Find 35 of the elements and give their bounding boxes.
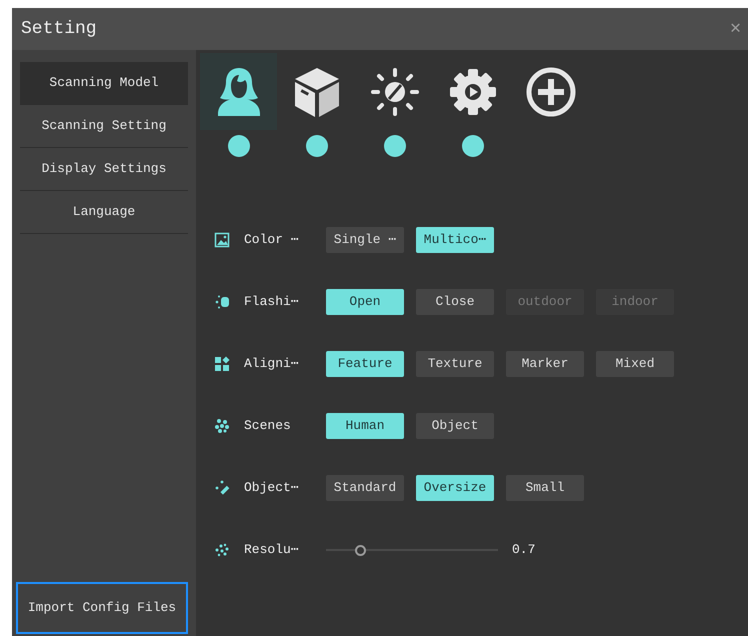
option-button[interactable]: Open: [326, 289, 404, 315]
setting-label: Flashi⋯: [243, 293, 300, 312]
import-config-button[interactable]: Import Config Files: [16, 582, 188, 634]
setting-label: Aligni⋯: [243, 355, 300, 374]
window-title: Setting: [21, 18, 97, 40]
option-button[interactable]: Multico⋯: [416, 227, 494, 253]
option-button[interactable]: Standard: [326, 475, 404, 501]
cluster-icon: [214, 418, 230, 434]
sun-icon: [368, 66, 420, 118]
add-icon: [524, 66, 576, 118]
image-icon: [214, 232, 230, 248]
option-button[interactable]: Feature: [326, 351, 404, 377]
sidebar-item[interactable]: Scanning Model: [20, 62, 188, 105]
option-button[interactable]: Mixed: [596, 351, 674, 377]
option-button[interactable]: Single ⋯: [326, 227, 404, 253]
flash-icon: [214, 294, 230, 310]
resolution-slider[interactable]: [326, 544, 498, 556]
option-button[interactable]: Close: [416, 289, 494, 315]
setting-label: Object⋯: [243, 479, 300, 498]
mode-button[interactable]: [200, 53, 277, 130]
dots-icon: [214, 542, 230, 558]
slider-thumb[interactable]: [355, 544, 366, 556]
option-button[interactable]: Object: [416, 413, 494, 439]
setting-label: Resolu⋯: [243, 541, 300, 560]
setting-label: Color ⋯: [243, 231, 300, 250]
box-icon: [292, 66, 340, 118]
tiles-icon: [214, 356, 230, 372]
option-button[interactable]: Texture: [416, 351, 494, 377]
ruler-icon: [214, 480, 230, 496]
slider-value: 0.7: [512, 541, 536, 560]
option-button[interactable]: Small: [506, 475, 584, 501]
option-button[interactable]: Human: [326, 413, 404, 439]
option-button[interactable]: Oversize: [416, 475, 494, 501]
option-button[interactable]: Marker: [506, 351, 584, 377]
setting-label: Scenes: [243, 417, 292, 436]
